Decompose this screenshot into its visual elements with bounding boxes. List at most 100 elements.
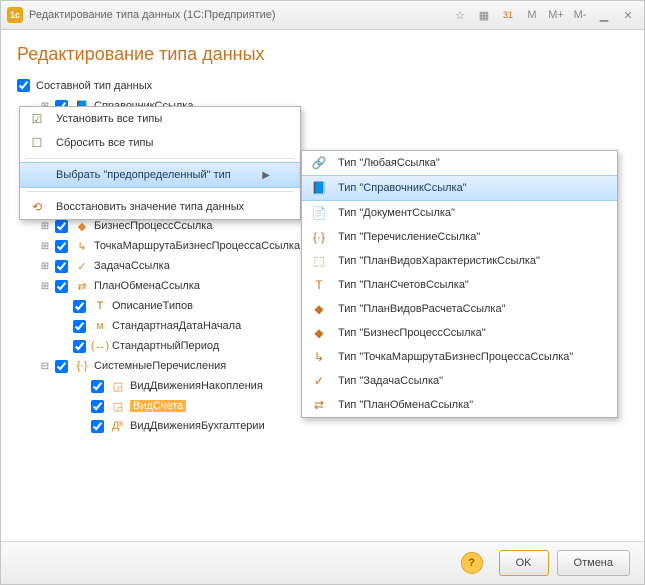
composite-type-row: Составной тип данных (17, 79, 628, 92)
type-icon: ↳ (310, 348, 328, 366)
tree-checkbox[interactable] (91, 380, 104, 393)
window-title: Редактирование типа данных (1С:Предприят… (29, 9, 446, 21)
dialog-footer: ? OK Отмена (1, 541, 644, 584)
type-icon: (↔) (92, 338, 108, 354)
submenu-item[interactable]: 📘 Тип "СправочникСсылка" (302, 175, 617, 201)
m-plus-icon[interactable]: M+ (546, 5, 566, 25)
submenu-item-label: Тип "ПеречислениеСсылка" (338, 231, 480, 243)
tree-checkbox[interactable] (91, 400, 104, 413)
expander-icon (75, 380, 87, 392)
expander-icon[interactable]: ⊞ (39, 260, 51, 272)
submenu-item[interactable]: 📄 Тип "ДокументСсылка" (302, 201, 617, 225)
type-icon: ⬚ (310, 252, 328, 270)
submenu-item[interactable]: ⬚ Тип "ПланВидовХарактеристикСсылка" (302, 249, 617, 273)
submenu-item-label: Тип "ПланВидовХарактеристикСсылка" (338, 255, 540, 267)
ctx-predefined[interactable]: Выбрать "предопределенный" тип ▶ (20, 162, 300, 188)
calc-icon[interactable]: ▦ (474, 5, 494, 25)
context-submenu: 🔗 Тип "ЛюбаяСсылка" 📘 Тип "СправочникСсылка… (301, 150, 618, 418)
tree-checkbox[interactable] (73, 340, 86, 353)
restore-icon: ⟲ (28, 198, 46, 216)
type-icon: 🔗 (310, 154, 328, 172)
m-icon[interactable]: M (522, 5, 542, 25)
tree-label: ОписаниеТипов (112, 300, 193, 312)
submenu-item[interactable]: ⇄ Тип "ПланОбменаСсылка" (302, 393, 617, 417)
submenu-arrow-icon: ▶ (262, 170, 270, 181)
ctx-restore-label: Восстановить значение типа данных (56, 201, 244, 213)
submenu-item-label: Тип "СправочникСсылка" (338, 182, 467, 194)
submenu-item-label: Тип "БизнесПроцессСсылка" (338, 327, 486, 339)
expander-icon (57, 340, 69, 352)
submenu-item-label: Тип "ДокументСсылка" (338, 207, 455, 219)
ctx-predefined-label: Выбрать "предопределенный" тип (56, 169, 231, 181)
type-icon: ✓ (74, 258, 90, 274)
content-area: Редактирование типа данных Составной тип… (1, 30, 644, 543)
app-icon: 1c (7, 7, 23, 23)
type-icon: м (92, 318, 108, 334)
cancel-button[interactable]: Отмена (557, 550, 630, 576)
tree-checkbox[interactable] (55, 260, 68, 273)
tree-checkbox[interactable] (55, 240, 68, 253)
expander-icon[interactable]: ⊞ (39, 220, 51, 232)
ctx-set-all-label: Установить все типы (56, 113, 162, 125)
tree-label: ЗадачаСсылка (94, 260, 170, 272)
type-icon: ↳ (74, 238, 90, 254)
ctx-restore[interactable]: ⟲ Восстановить значение типа данных (20, 195, 300, 219)
ctx-set-all[interactable]: ☑ Установить все типы (20, 107, 300, 131)
submenu-item-label: Тип "ТочкаМаршрутаБизнесПроцессаСсылка" (338, 351, 573, 363)
context-menu: ☑ Установить все типы ☐ Сбросить все тип… (19, 106, 301, 220)
expander-icon (57, 300, 69, 312)
submenu-item[interactable]: {·}Тип "ПеречислениеСсылка" (302, 225, 617, 249)
submenu-item-label: Тип "ЗадачаСсылка" (338, 375, 443, 387)
help-button[interactable]: ? (461, 552, 483, 574)
favorite-icon[interactable]: ☆ (450, 5, 470, 25)
close-icon[interactable]: ✕ (618, 5, 638, 25)
submenu-item[interactable]: ◆Тип "ПланВидовРасчетаСсылка" (302, 297, 617, 321)
type-icon: ◆ (310, 300, 328, 318)
tree-checkbox[interactable] (55, 360, 68, 373)
expander-icon (75, 400, 87, 412)
type-icon: ◆ (310, 324, 328, 342)
expander-icon[interactable]: ⊟ (39, 360, 51, 372)
uncheck-all-icon: ☐ (28, 134, 46, 152)
submenu-item-label: Тип "ЛюбаяСсылка" (338, 157, 440, 169)
ctx-reset-all[interactable]: ☐ Сбросить все типы (20, 131, 300, 155)
tree-row[interactable]: Дᴷ ВидДвиженияБухгалтерии (17, 416, 628, 436)
tree-label: ПланОбменаСсылка (94, 280, 200, 292)
tree-label: СистемныеПеречисления (94, 360, 226, 372)
submenu-item[interactable]: Т Тип "ПланСчетовСсылка" (302, 273, 617, 297)
calendar-icon[interactable]: 31 (498, 5, 518, 25)
tree-label: СтандартнаяДатаНачала (112, 320, 241, 332)
tree-checkbox[interactable] (73, 320, 86, 333)
expander-icon[interactable]: ⊞ (39, 240, 51, 252)
tree-checkbox[interactable] (91, 420, 104, 433)
title-bar: 1c Редактирование типа данных (1С:Предпр… (1, 1, 644, 30)
tree-checkbox[interactable] (55, 280, 68, 293)
expander-icon (75, 420, 87, 432)
check-all-icon: ☑ (28, 110, 46, 128)
tree-checkbox[interactable] (55, 220, 68, 233)
submenu-item[interactable]: 🔗 Тип "ЛюбаяСсылка" (302, 151, 617, 175)
type-icon: 📘 (310, 179, 328, 197)
ctx-separator-2 (26, 191, 294, 192)
submenu-item-label: Тип "ПланСчетовСсылка" (338, 279, 469, 291)
type-icon: Дᴷ (110, 418, 126, 434)
type-icon: Т (310, 276, 328, 294)
minimize-icon[interactable]: ▁ (594, 5, 614, 25)
submenu-item[interactable]: ↳ Тип "ТочкаМаршрутаБизнесПроцессаСсылка" (302, 345, 617, 369)
composite-type-checkbox[interactable] (17, 79, 30, 92)
ok-button[interactable]: OK (499, 550, 549, 576)
type-icon: ⇄ (310, 396, 328, 414)
m-minus-icon[interactable]: M- (570, 5, 590, 25)
type-icon: ⇄ (74, 278, 90, 294)
expander-icon[interactable]: ⊞ (39, 280, 51, 292)
tree-checkbox[interactable] (73, 300, 86, 313)
type-icon: 📄 (310, 204, 328, 222)
ctx-reset-all-label: Сбросить все типы (56, 137, 153, 149)
blank-icon (28, 166, 46, 184)
submenu-item[interactable]: ✓ Тип "ЗадачаСсылка" (302, 369, 617, 393)
type-icon: ✓ (310, 372, 328, 390)
submenu-item[interactable]: ◆ Тип "БизнесПроцессСсылка" (302, 321, 617, 345)
tree-label: ВидСчета (130, 400, 186, 412)
submenu-item-label: Тип "ПланОбменаСсылка" (338, 399, 473, 411)
tree-label: ВидДвиженияБухгалтерии (130, 420, 265, 432)
